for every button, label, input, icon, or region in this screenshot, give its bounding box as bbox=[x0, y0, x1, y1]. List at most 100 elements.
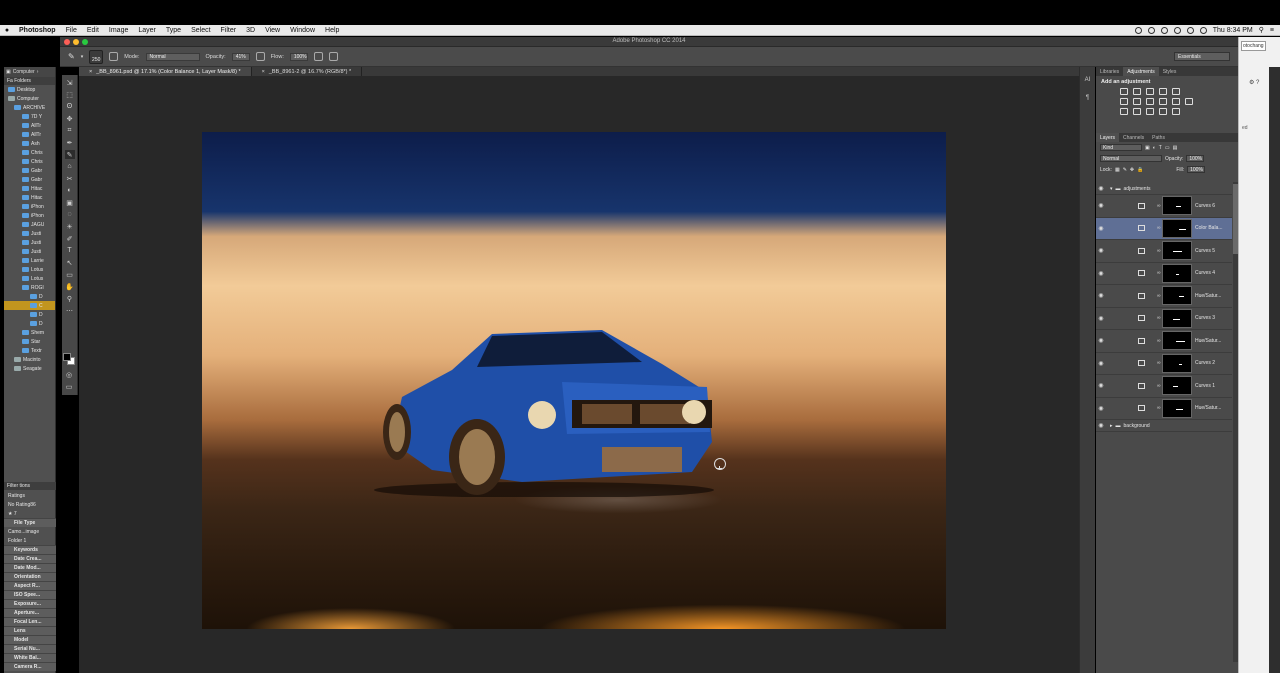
menu-item[interactable]: 3D bbox=[241, 27, 260, 34]
mask-link-icon[interactable]: ∞ bbox=[1157, 203, 1161, 209]
visibility-eye-icon[interactable]: ◉ bbox=[1096, 337, 1106, 344]
panel-tab[interactable]: Adjustments bbox=[1123, 67, 1159, 76]
bluetooth-icon[interactable] bbox=[1173, 26, 1181, 34]
filter-entry[interactable]: No Rating86 bbox=[4, 500, 56, 509]
brightness-contrast-icon[interactable] bbox=[1120, 88, 1128, 95]
apple-menu-icon[interactable]: ● bbox=[0, 27, 14, 34]
tab-close-icon[interactable]: × bbox=[262, 69, 265, 75]
location-arrow-icon[interactable]: › bbox=[37, 69, 39, 75]
filter-category[interactable]: Lens bbox=[4, 626, 56, 635]
mask-link-icon[interactable]: ∞ bbox=[1157, 338, 1161, 344]
folder-tree-item[interactable]: Computer bbox=[4, 94, 55, 103]
layer-row[interactable]: ◉ ∞ Hue/Satur... bbox=[1096, 330, 1232, 353]
folder-tree-item[interactable]: Hitac bbox=[4, 184, 55, 193]
layer-mask-thumbnail[interactable] bbox=[1162, 353, 1192, 373]
tool-preset-arrow-icon[interactable]: ▾ bbox=[81, 54, 84, 60]
layer-mask-thumbnail[interactable] bbox=[1162, 376, 1192, 396]
layer-row[interactable]: ◉ ∞ Curves 1 bbox=[1096, 375, 1232, 398]
menu-item[interactable]: Filter bbox=[216, 27, 242, 34]
mode-select[interactable]: Normal bbox=[145, 52, 200, 61]
tool-icon[interactable]: ✋ bbox=[65, 282, 75, 291]
folder-tree-item[interactable]: Justi bbox=[4, 229, 55, 238]
layer-row[interactable]: ◉ ∞ Curves 4 bbox=[1096, 263, 1232, 285]
layer-mask-thumbnail[interactable] bbox=[1162, 218, 1192, 238]
dropbox-icon[interactable] bbox=[1160, 26, 1168, 34]
brush-panel-icon[interactable] bbox=[109, 52, 119, 61]
brush-tool-icon[interactable]: ✎ bbox=[68, 52, 75, 61]
tool-icon[interactable]: ⋯ bbox=[65, 306, 75, 315]
folder-tree-item[interactable]: Desktop bbox=[4, 85, 55, 94]
layer-mask-thumbnail[interactable] bbox=[1162, 196, 1192, 216]
folder-tree-item[interactable]: D bbox=[4, 292, 55, 301]
layer-mask-thumbnail[interactable] bbox=[1162, 286, 1192, 306]
threshold-icon[interactable] bbox=[1146, 108, 1154, 115]
lock-pixels-icon[interactable]: ✎ bbox=[1123, 167, 1127, 173]
screen-mode-icon[interactable]: ▭ bbox=[64, 382, 74, 391]
mask-link-icon[interactable]: ∞ bbox=[1157, 315, 1161, 321]
menu-item[interactable]: Select bbox=[186, 27, 215, 34]
tool-icon[interactable]: T bbox=[65, 246, 75, 255]
layer-row[interactable]: ◉ ∞ Curves 6 bbox=[1096, 195, 1232, 218]
layer-mask-thumbnail[interactable] bbox=[1162, 241, 1192, 261]
color-lookup-icon[interactable] bbox=[1185, 98, 1193, 105]
layer-group[interactable]: ◉ ▸ ▬ background bbox=[1096, 420, 1232, 432]
filter-category[interactable]: White Bal... bbox=[4, 653, 56, 662]
menu-item[interactable]: Image bbox=[104, 27, 133, 34]
blend-mode-select[interactable]: Normal bbox=[1100, 155, 1162, 162]
visibility-eye-icon[interactable]: ◉ bbox=[1096, 405, 1106, 412]
folder-tree-item[interactable]: Larrie bbox=[4, 256, 55, 265]
layer-row[interactable]: ◉ ∞ Hue/Satur... bbox=[1096, 398, 1232, 420]
layer-group[interactable]: ◉ ▾ ▬ adjustments bbox=[1096, 183, 1232, 195]
channel-mixer-icon[interactable] bbox=[1172, 98, 1180, 105]
lock-all-icon[interactable]: 🔒 bbox=[1137, 167, 1143, 173]
menu-item[interactable]: Edit bbox=[82, 27, 104, 34]
wifi-icon[interactable] bbox=[1186, 26, 1194, 34]
folder-tree-item[interactable]: iPhon bbox=[4, 211, 55, 220]
tool-icon[interactable]: ✐ bbox=[65, 234, 75, 243]
filter-type-icon[interactable]: T bbox=[1159, 145, 1162, 151]
workspace-select[interactable]: Essentials bbox=[1174, 52, 1230, 61]
visibility-eye-icon[interactable]: ◉ bbox=[1096, 185, 1106, 192]
menu-item[interactable]: Type bbox=[161, 27, 186, 34]
tool-icon[interactable]: ✥ bbox=[65, 114, 75, 123]
folder-tree-item[interactable]: iPhon bbox=[4, 202, 55, 211]
mask-link-icon[interactable]: ∞ bbox=[1157, 248, 1161, 254]
mask-link-icon[interactable]: ∞ bbox=[1157, 405, 1161, 411]
pressure-size-icon[interactable] bbox=[328, 52, 338, 61]
visibility-eye-icon[interactable]: ◉ bbox=[1096, 247, 1106, 254]
filter-adjust-icon[interactable]: ◐ bbox=[1153, 145, 1156, 151]
filter-category[interactable]: File Type bbox=[4, 518, 56, 527]
levels-icon[interactable] bbox=[1133, 88, 1141, 95]
filter-category[interactable]: Date Mod... bbox=[4, 563, 56, 572]
mask-link-icon[interactable]: ∞ bbox=[1157, 225, 1161, 231]
flow-input[interactable]: 100% bbox=[289, 52, 308, 61]
curves-icon[interactable] bbox=[1146, 88, 1154, 95]
filter-smart-icon[interactable]: ▤ bbox=[1173, 145, 1178, 151]
folders-header[interactable]: Fa Folders bbox=[4, 77, 55, 85]
clock[interactable]: Thu 8:34 PM bbox=[1213, 27, 1253, 34]
bridge-location[interactable]: Computer bbox=[13, 69, 35, 75]
folder-path-icon[interactable]: ▣ bbox=[6, 69, 11, 75]
black-white-icon[interactable] bbox=[1146, 98, 1154, 105]
tool-icon[interactable]: ⌗ bbox=[65, 126, 75, 135]
pressure-opacity-icon[interactable] bbox=[255, 52, 265, 61]
menu-item[interactable]: Help bbox=[320, 27, 344, 34]
folder-tree-item[interactable]: Ash bbox=[4, 139, 55, 148]
folder-tree-item[interactable]: JAGU bbox=[4, 220, 55, 229]
folder-tree-item[interactable]: Shem bbox=[4, 328, 55, 337]
folder-tree-item[interactable]: Gabr bbox=[4, 175, 55, 184]
lock-position-icon[interactable]: ✥ bbox=[1130, 167, 1134, 173]
layer-mask-thumbnail[interactable] bbox=[1162, 308, 1192, 328]
menu-item[interactable]: Window bbox=[285, 27, 320, 34]
mask-link-icon[interactable]: ∞ bbox=[1157, 270, 1161, 276]
folder-tree-item[interactable]: Textr bbox=[4, 346, 55, 355]
folder-tree-item[interactable]: Chris bbox=[4, 157, 55, 166]
folder-tree-item[interactable]: Justi bbox=[4, 238, 55, 247]
tool-icon[interactable]: ▣ bbox=[65, 198, 75, 207]
tool-icon[interactable]: ☀ bbox=[65, 222, 75, 231]
folder-tree-item[interactable]: Chris bbox=[4, 148, 55, 157]
tool-icon[interactable]: ✂ bbox=[65, 174, 75, 183]
paragraph-panel-icon[interactable]: ¶ bbox=[1083, 93, 1093, 103]
layer-row[interactable]: ◉ ∞ Color Bala... bbox=[1096, 217, 1232, 240]
folder-tree-item[interactable]: ARCHIVE bbox=[4, 103, 55, 112]
